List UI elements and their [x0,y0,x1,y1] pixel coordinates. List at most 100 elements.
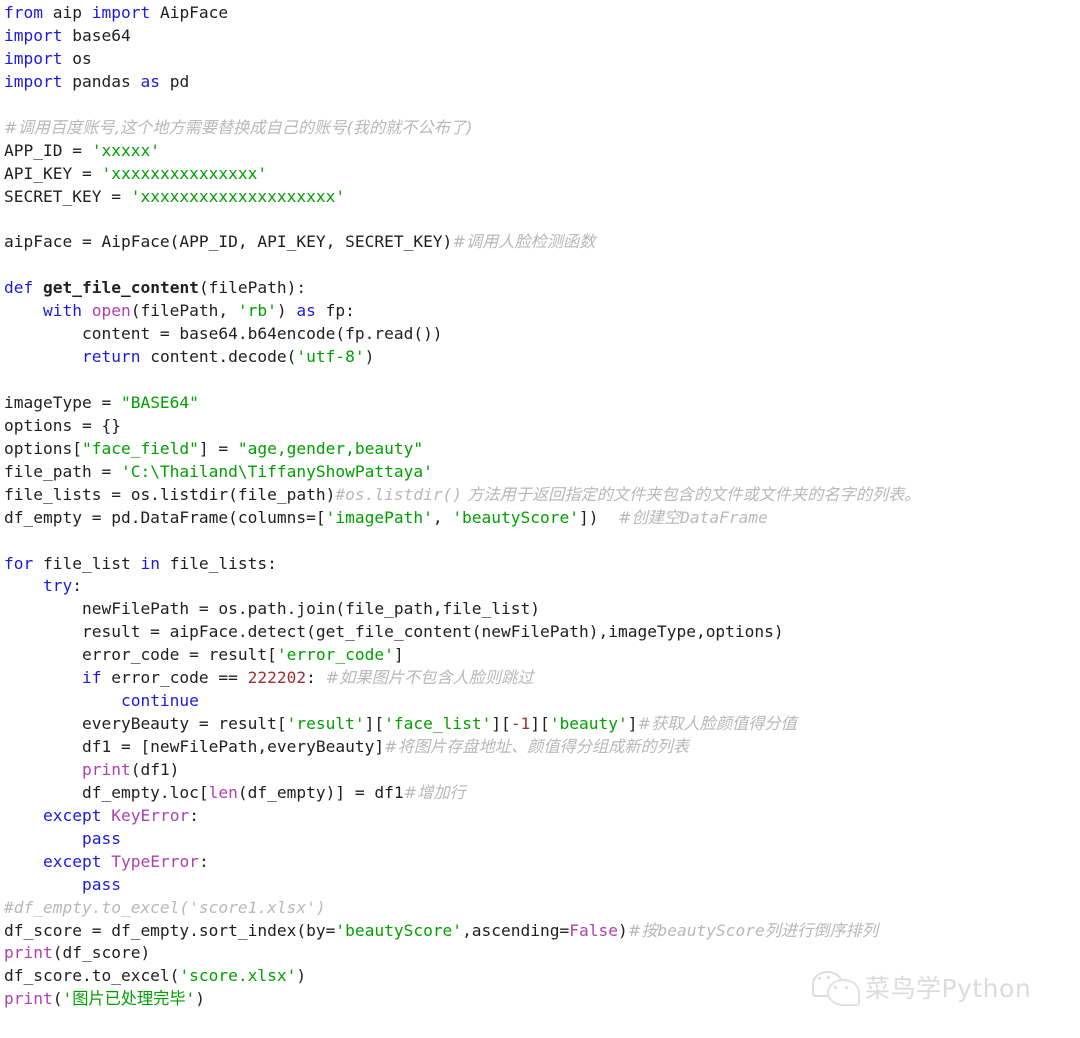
code-token-pl: os [62,48,92,68]
wechat-icon [812,971,860,1006]
code-token-pl: file_list [33,553,141,573]
wechat-icon-dot [845,986,848,989]
code-line: try: [4,575,1080,598]
code-line: imageType = "BASE64" [4,392,1080,415]
code-token-pl: AipFace [150,3,229,22]
code-token-pl: : [189,805,199,825]
code-line: options["face_field"] = "age,gender,beau… [4,438,1080,461]
code-token-str: ' [185,989,196,1009]
code-token-pl: df_empty.loc[ [4,782,209,802]
code-line: everyBeauty = result['result']['face_lis… [4,713,1080,736]
code-token-kw: pass [81,828,121,848]
code-token-cmz: 列进行倒序排列 [764,920,879,940]
code-line: from aip import AipFace [4,2,1080,25]
code-token-pl: df_score.to_excel( [4,966,180,986]
wechat-icon-dot [834,986,837,989]
code-line: pass [4,828,1080,851]
code-token-pl: df_score = df_empty.sort_index(by= [4,920,336,940]
code-token-pl: (filePath): [198,278,307,298]
code-token-pl: (filePath, [130,301,238,321]
code-token-kw: in [140,553,160,573]
code-token-str: 'utf-8' [296,347,365,367]
code-line: def get_file_content(filePath): [4,277,1080,300]
code-token-str: 'score.xlsx' [179,966,297,986]
code-line: pass [4,874,1080,897]
code-token-kw: except [42,805,102,825]
code-token-kw: return [81,347,141,367]
code-token-pl: ][ [491,714,511,734]
code-token-cm: DataFrame [680,507,768,527]
code-token-pl: ) [618,920,628,940]
code-token-cmz: 方法用于返回指定的文件夹包含的文件或文件夹的名字的列表。 [462,484,921,504]
code-token-bi: False [569,920,618,940]
code-token-bi: print [4,989,53,1009]
code-block[interactable]: from aip import AipFace import base64 impo… [4,2,1080,1011]
code-token-pl: ] [393,645,404,665]
code-token-pl: df1 = [newFilePath,everyBeauty] [4,737,385,756]
code-token-kw: import [91,3,151,22]
code-line: import pandas as pd [4,71,1080,94]
code-token-pl: options = {} [4,415,121,435]
code-token-kw: as [140,71,160,91]
code-token-pl: options[ [4,438,82,458]
code-token-kw: if [81,668,102,688]
code-token-pl: everyBeauty = result[ [4,714,287,734]
code-line: print(df1) [4,759,1080,782]
code-token-kw: from [4,3,43,22]
code-line: except TypeError: [4,851,1080,874]
code-token-pl: : [198,851,209,871]
code-token-cmz: #获取人脸颜值得分值 [637,714,797,734]
code-token-str: "face_field" [81,438,199,458]
code-line: aipFace = AipFace(APP_ID, API_KEY, SECRE… [4,231,1080,254]
code-token-kw: continue [120,691,199,711]
code-line: API_KEY = 'xxxxxxxxxxxxxxx' [4,163,1080,186]
code-token-pl: ,ascending= [462,920,570,940]
code-token-pl: API_KEY = [4,163,102,183]
code-token-str: 'result' [286,714,365,734]
code-token-pl: newFilePath = os.path.join(file_path,fil… [4,599,541,619]
code-line: SECRET_KEY = 'xxxxxxxxxxxxxxxxxxxx' [4,186,1080,209]
code-token-pl: pd [159,71,190,91]
code-token-cmz: #调用百度账号,这个地方需要替换成自己的账号(我的就不公布了) [4,117,473,137]
code-line: file_path = 'C:\Thailand\TiffanyShowPatt… [4,461,1080,484]
code-line: newFilePath = os.path.join(file_path,fil… [4,598,1080,621]
code-token-pl: error_code = result[ [4,645,277,665]
code-token-pl: base64 [62,25,131,45]
code-token-pl: , [432,507,453,527]
code-line: if error_code == 222202: #如果图片不包含人脸则跳过 [4,667,1080,690]
code-token-str: 图片已处理完毕 [72,989,186,1009]
code-token-pl: fp: [315,301,355,321]
code-token-pl: ) [276,301,297,321]
code-token-pl: file_path = [4,461,121,481]
code-line: options = {} [4,415,1080,438]
code-token-pl: content.decode( [140,347,297,367]
code-token-kw: import [4,48,63,68]
code-token-fn: get_file_content [43,278,199,298]
code-token-kw: def [4,278,34,298]
code-line: error_code = result['error_code'] [4,644,1080,667]
code-token-str: "age,gender,beauty" [237,438,424,458]
code-token-cmz: #创建空 [618,507,681,527]
code-screenshot: from aip import AipFace import base64 impo… [0,0,1080,1038]
code-token-str: 'beauty' [549,714,628,734]
code-token-pl: (df_empty)] = df1 [237,782,404,802]
code-token-cmz: #按 [627,920,658,940]
code-token-str: 'imagePath' [325,507,433,527]
code-line: continue [4,690,1080,713]
code-line: df_empty = pd.DataFrame(columns=['imageP… [4,507,1080,530]
code-token-pl: ) [364,347,375,367]
code-line: #df_empty.to_excel('score1.xlsx') [4,897,1080,920]
code-line: except KeyError: [4,805,1080,828]
code-token-str: 'error_code' [276,645,394,665]
code-line: result = aipFace.detect(get_file_content… [4,621,1080,644]
